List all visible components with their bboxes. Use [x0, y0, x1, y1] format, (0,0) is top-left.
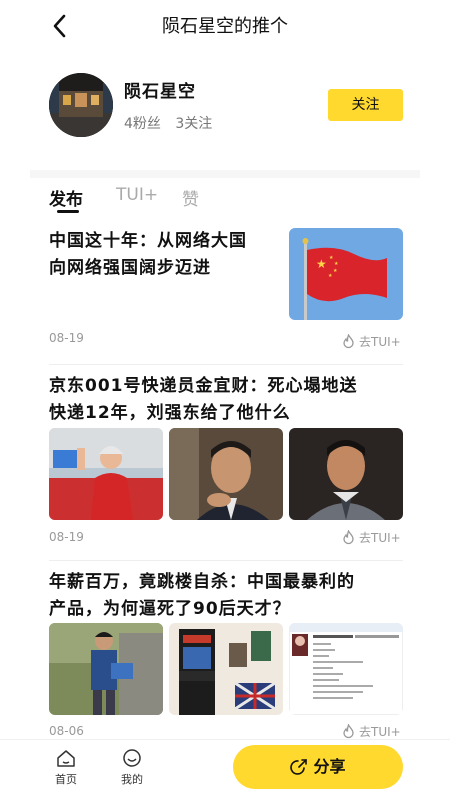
follow-button[interactable]: 关注: [328, 89, 403, 121]
profile-stats: 4粉丝 3关注: [124, 113, 222, 133]
svg-text:★: ★: [333, 268, 338, 274]
tui-button[interactable]: 去TUI+: [342, 333, 401, 350]
home-icon: [57, 750, 75, 767]
bottom-bar-divider: [0, 739, 450, 740]
post-title[interactable]: 年薪百万，竟跳楼自杀：中国最暴利的 产品，为何逼死了90后天才？: [49, 569, 355, 623]
flame-icon: [343, 529, 354, 545]
nav-home[interactable]: 首页: [51, 748, 81, 787]
post-thumbnail[interactable]: ★ ★ ★ ★ ★: [289, 228, 403, 320]
post-date: 08-19: [49, 530, 84, 544]
post-title[interactable]: 中国这十年：从网络大国 向网络强国阔步迈进: [49, 228, 247, 282]
nav-mine[interactable]: 我的: [117, 748, 147, 787]
tab-tui[interactable]: TUI+: [116, 185, 158, 205]
tab-posts[interactable]: 发布: [49, 185, 83, 210]
post-thumbnail[interactable]: [49, 623, 163, 715]
svg-text:★: ★: [328, 273, 333, 279]
following-count[interactable]: 3关注: [175, 116, 212, 132]
smiley-icon: [123, 749, 141, 767]
nav-mine-label: 我的: [121, 773, 143, 786]
section-divider: [30, 170, 420, 178]
tui-button[interactable]: 去TUI+: [342, 723, 401, 740]
post-thumbnail[interactable]: [49, 428, 163, 520]
flame-icon: [343, 723, 354, 739]
flame-icon: [343, 333, 354, 349]
svg-text:★: ★: [316, 257, 327, 271]
divider: [49, 364, 403, 365]
post-thumbnail[interactable]: [169, 623, 283, 715]
share-button[interactable]: 分享: [233, 745, 403, 789]
tab-active-indicator: [57, 210, 79, 213]
post-thumbnail[interactable]: [169, 428, 283, 520]
svg-text:★: ★: [334, 261, 339, 267]
post-date: 08-19: [49, 331, 84, 345]
page-title: 陨石星空的推个: [162, 16, 288, 37]
tab-likes[interactable]: 赞: [182, 185, 199, 210]
post-title[interactable]: 京东001号快递员金宜财：死心塌地送 快递12年，刘强东给了他什么: [49, 373, 358, 427]
followers-count[interactable]: 4粉丝: [124, 116, 161, 132]
avatar[interactable]: [49, 73, 113, 137]
nav-home-label: 首页: [55, 773, 77, 786]
post-date: 08-06: [49, 724, 84, 738]
profile-name: 陨石星空: [124, 82, 196, 102]
post-thumbnail[interactable]: [289, 623, 403, 715]
tui-button[interactable]: 去TUI+: [342, 529, 401, 546]
post-thumbnail[interactable]: [289, 428, 403, 520]
divider: [49, 560, 403, 561]
share-icon: [290, 759, 308, 775]
